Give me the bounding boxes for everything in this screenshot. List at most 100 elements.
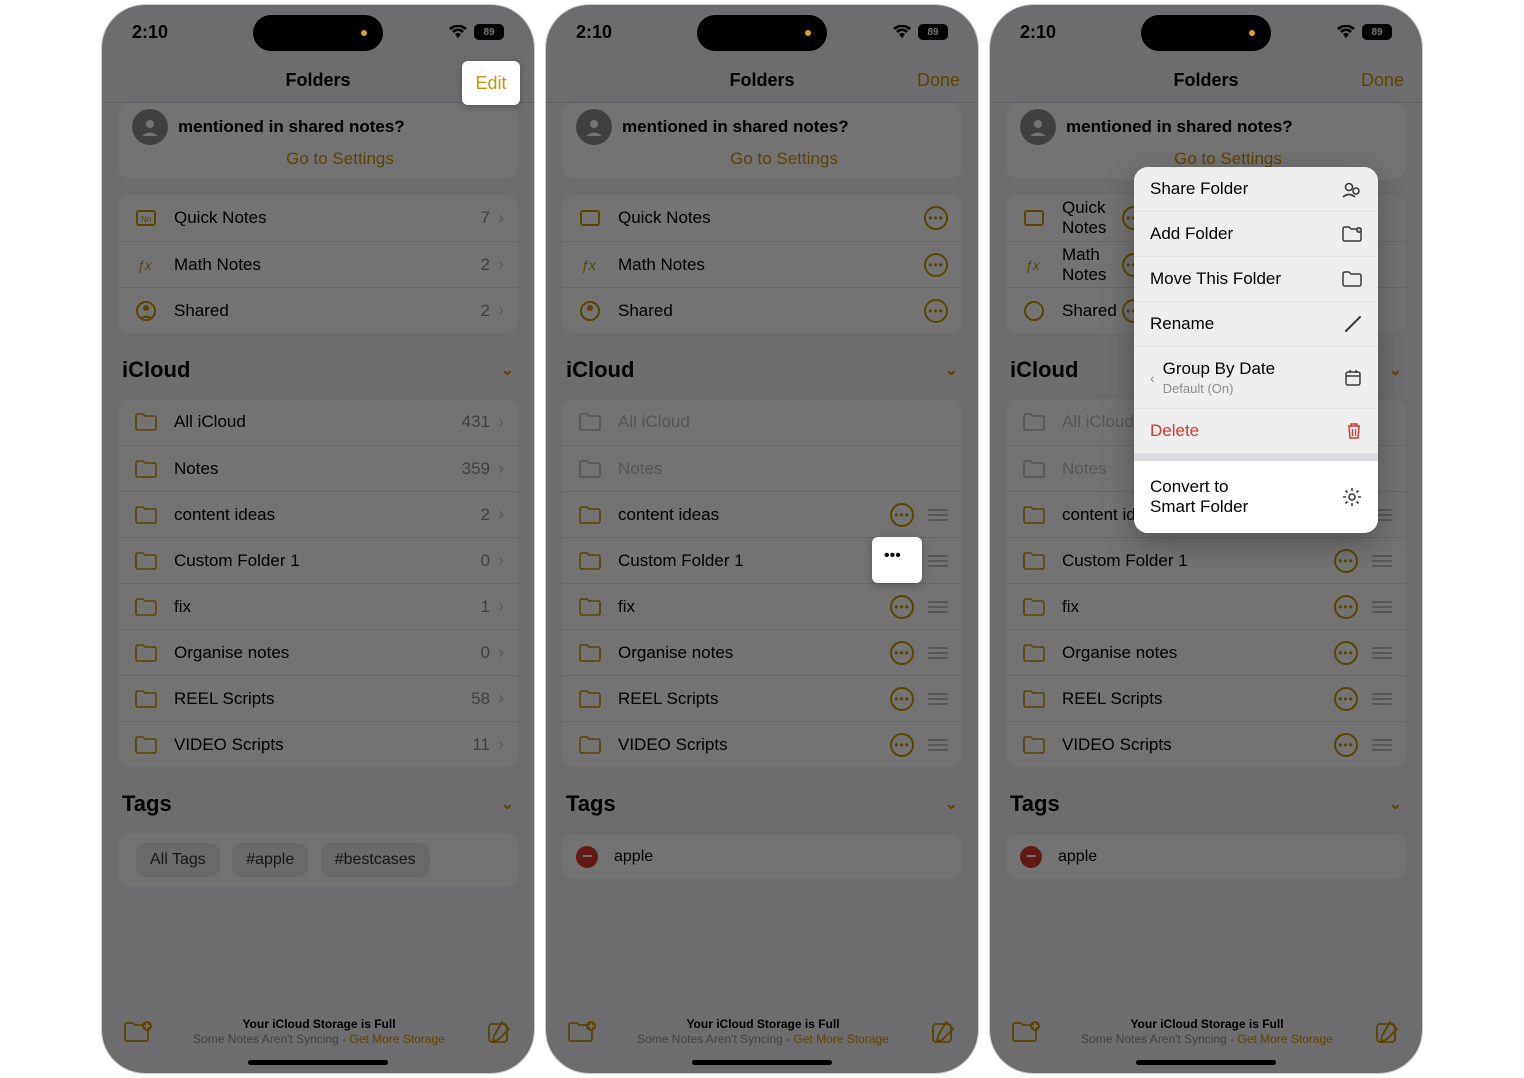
quicknotes-icon <box>1020 207 1048 229</box>
compose-icon[interactable] <box>486 1019 512 1045</box>
tag-bestcases[interactable]: #bestcases <box>321 843 430 877</box>
folder-row[interactable]: Organise notes••• <box>1006 629 1406 675</box>
drag-handle-icon[interactable] <box>1372 739 1392 751</box>
go-to-settings-link[interactable]: Go to Settings <box>622 149 946 169</box>
menu-move-folder[interactable]: Move This Folder <box>1134 257 1378 302</box>
more-icon[interactable]: ••• <box>890 595 914 619</box>
compose-icon[interactable] <box>930 1019 956 1045</box>
folder-label: content ideas <box>618 505 890 525</box>
more-icon[interactable]: ••• <box>924 299 948 323</box>
icloud-section-header[interactable]: iCloud ⌄ <box>566 357 958 383</box>
get-storage-link[interactable]: Get More Storage <box>793 1032 888 1046</box>
folder-row[interactable]: Custom Folder 1••• <box>1006 537 1406 583</box>
get-storage-link[interactable]: Get More Storage <box>1237 1032 1332 1046</box>
nav-bar: Folders Done <box>546 59 978 103</box>
highlight-edit-button[interactable]: Edit <box>462 61 520 105</box>
folder-row[interactable]: fix••• <box>1006 583 1406 629</box>
folder-quick-notes[interactable]: Quick Notes••• <box>562 195 962 241</box>
folder-count: 2 <box>481 505 490 525</box>
drag-handle-icon[interactable] <box>1372 647 1392 659</box>
folder-row[interactable]: REEL Scripts••• <box>1006 675 1406 721</box>
folder-label: Custom Folder 1 <box>174 551 481 571</box>
folder-count: 431 <box>462 412 490 432</box>
battery-icon: 89 <box>918 24 948 40</box>
done-button[interactable]: Done <box>917 70 960 91</box>
tags-section-header[interactable]: Tags ⌄ <box>1010 791 1402 817</box>
folder-quick-notes[interactable]: Nn Quick Notes 7 › <box>118 195 518 241</box>
delete-tag-icon[interactable]: − <box>1020 846 1042 868</box>
folder-row[interactable]: VIDEO Scripts••• <box>562 721 962 767</box>
folder-row[interactable]: REEL Scripts••• <box>562 675 962 721</box>
more-icon[interactable]: ••• <box>1334 595 1358 619</box>
drag-handle-icon[interactable] <box>928 555 948 567</box>
math-icon: ƒx <box>1020 254 1048 276</box>
folder-row[interactable]: Organise notes••• <box>562 629 962 675</box>
folder-row[interactable]: content ideas2› <box>118 491 518 537</box>
more-icon[interactable]: ••• <box>890 733 914 757</box>
menu-share-folder[interactable]: Share Folder <box>1134 167 1378 212</box>
drag-handle-icon[interactable] <box>928 509 948 521</box>
folder-math-notes[interactable]: ƒxMath Notes••• <box>562 241 962 287</box>
tag-apple[interactable]: #apple <box>232 843 308 877</box>
folder-math-notes[interactable]: ƒx Math Notes 2 › <box>118 241 518 287</box>
tags-section-header[interactable]: Tags ⌄ <box>566 791 958 817</box>
done-button[interactable]: Done <box>1361 70 1404 91</box>
get-storage-link[interactable]: Get More Storage <box>349 1032 444 1046</box>
folder-label: Math Notes <box>1062 245 1122 285</box>
banner-question: mentioned in shared notes? <box>622 117 946 137</box>
more-icon[interactable]: ••• <box>924 206 948 230</box>
tag-edit-row[interactable]: − apple <box>1006 833 1406 879</box>
more-icon[interactable]: ••• <box>1334 687 1358 711</box>
drag-handle-icon[interactable] <box>1372 601 1392 613</box>
folder-row[interactable]: All iCloud431› <box>118 399 518 445</box>
more-icon[interactable]: ••• <box>1334 641 1358 665</box>
delete-tag-icon[interactable]: − <box>576 846 598 868</box>
folder-row[interactable]: content ideas••• <box>562 491 962 537</box>
more-icon[interactable]: ••• <box>1334 549 1358 573</box>
folder-row[interactable]: fix1› <box>118 583 518 629</box>
drag-handle-icon[interactable] <box>928 601 948 613</box>
menu-delete[interactable]: Delete <box>1134 409 1378 461</box>
drag-handle-icon[interactable] <box>928 647 948 659</box>
folder-row[interactable]: VIDEO Scripts••• <box>1006 721 1406 767</box>
more-icon[interactable]: ••• <box>890 503 914 527</box>
new-folder-icon[interactable] <box>568 1021 596 1043</box>
folder-label: VIDEO Scripts <box>1062 735 1334 755</box>
go-to-settings-link[interactable]: Go to Settings <box>178 149 502 169</box>
menu-rename[interactable]: Rename <box>1134 302 1378 347</box>
tags-section-header[interactable]: Tags ⌄ <box>122 791 514 817</box>
chevron-right-icon: › <box>498 734 504 755</box>
new-folder-icon[interactable] <box>124 1021 152 1043</box>
folder-label: Notes <box>174 459 462 479</box>
new-folder-icon[interactable] <box>1012 1021 1040 1043</box>
folder-row[interactable]: Custom Folder 10› <box>118 537 518 583</box>
folder-row[interactable]: VIDEO Scripts11› <box>118 721 518 767</box>
status-time: 2:10 <box>576 22 612 43</box>
folder-row[interactable]: Organise notes0› <box>118 629 518 675</box>
menu-group-by-date[interactable]: ‹ Group By Date Default (On) <box>1134 347 1378 409</box>
folder-row[interactable]: Notes359› <box>118 445 518 491</box>
compose-icon[interactable] <box>1374 1019 1400 1045</box>
menu-convert-smart-folder[interactable]: Convert to Smart Folder <box>1134 461 1378 533</box>
more-icon[interactable]: ••• <box>890 687 914 711</box>
drag-handle-icon[interactable] <box>928 739 948 751</box>
more-icon[interactable]: ••• <box>890 641 914 665</box>
tag-all[interactable]: All Tags <box>136 843 220 877</box>
notification-banner: mentioned in shared notes? Go to Setting… <box>562 103 962 179</box>
folder-icon <box>1020 413 1048 431</box>
go-to-settings-link[interactable]: Go to Settings <box>1066 149 1390 169</box>
folder-row[interactable]: fix••• <box>562 583 962 629</box>
folder-shared[interactable]: Shared 2 › <box>118 287 518 333</box>
tag-edit-row[interactable]: − apple <box>562 833 962 879</box>
icloud-section-header[interactable]: iCloud ⌄ <box>122 357 514 383</box>
menu-add-folder[interactable]: Add Folder <box>1134 212 1378 257</box>
more-icon[interactable]: ••• <box>1334 733 1358 757</box>
folder-shared[interactable]: Shared••• <box>562 287 962 333</box>
svg-text:ƒx: ƒx <box>137 257 153 273</box>
folder-row[interactable]: REEL Scripts58› <box>118 675 518 721</box>
drag-handle-icon[interactable] <box>928 693 948 705</box>
more-icon[interactable]: ••• <box>924 253 948 277</box>
drag-handle-icon[interactable] <box>1372 555 1392 567</box>
drag-handle-icon[interactable] <box>1372 693 1392 705</box>
highlight-more-button[interactable]: ••• <box>872 537 922 583</box>
